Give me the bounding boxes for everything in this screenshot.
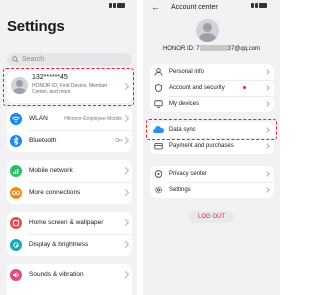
account-item-label: Privacy center [169, 171, 208, 177]
settings-screen: Settings Search 132******45 HONOR ID, Fi… [0, 0, 137, 295]
account-center-screen: ← Account center HONOR ID: 7 37@qq.com Pe… [143, 0, 280, 295]
settings-item-display[interactable]: Display & brightness [7, 234, 132, 256]
honor-id: HONOR ID: 7 37@qq.com [143, 45, 280, 53]
account-item-label: My devices [169, 101, 200, 107]
status-bar [0, 0, 137, 12]
page-title: Account center [171, 4, 218, 11]
sound-icon [10, 269, 22, 281]
settings-group: Mobile network More connections [7, 160, 132, 204]
settings-item-bluetooth[interactable]: Bluetooth On [7, 130, 132, 152]
chevron-right-icon [264, 171, 270, 177]
settings-item-label: Mobile network [29, 167, 73, 174]
devices-icon [154, 100, 163, 108]
highlight-box [146, 119, 277, 140]
shield-icon [155, 84, 162, 92]
settings-item-more-connections[interactable]: More connections [7, 182, 132, 204]
chevron-right-icon [121, 188, 130, 197]
highlight-box [3, 68, 134, 106]
notification-badge [243, 86, 246, 89]
chevron-right-icon [264, 143, 270, 149]
settings-item-value: On [115, 138, 122, 144]
account-item-label: Payment and purchases [169, 143, 234, 149]
search-icon [12, 56, 19, 63]
search-input[interactable]: Search [7, 53, 132, 66]
bluetooth-icon [10, 135, 22, 147]
display-icon [10, 239, 22, 251]
status-icons [251, 3, 273, 8]
settings-group: WLAN Hihonor-Employee-Mobile Bluetooth O… [7, 108, 132, 152]
person-icon [154, 68, 163, 76]
account-item-label: Settings [169, 187, 191, 193]
settings-item-value: Hihonor-Employee-Mobile [64, 116, 122, 122]
home-screen-icon [10, 217, 22, 229]
mobile-network-icon [10, 165, 22, 177]
account-item-settings[interactable]: Settings [150, 182, 274, 198]
back-arrow-icon[interactable]: ← [151, 3, 160, 12]
chevron-right-icon [121, 270, 130, 279]
account-item-personal-info[interactable]: Personal info [150, 64, 274, 80]
chevron-right-icon [264, 85, 270, 91]
settings-item-wlan[interactable]: WLAN Hihonor-Employee-Mobile [7, 108, 132, 130]
chevron-right-icon [121, 240, 130, 249]
avatar[interactable] [196, 19, 219, 42]
wallet-icon [154, 142, 163, 150]
chevron-right-icon [264, 69, 270, 75]
settings-item-label: Home screen & wallpaper [29, 219, 104, 226]
settings-item-label: Bluetooth [29, 137, 57, 144]
chevron-right-icon [264, 187, 270, 193]
chevron-right-icon [121, 136, 130, 145]
settings-item-label: WLAN [29, 115, 48, 122]
more-connections-icon [10, 187, 22, 199]
page-title: Settings [7, 18, 65, 35]
redacted-mask [199, 45, 228, 51]
account-item-payment[interactable]: Payment and purchases [150, 138, 274, 154]
settings-group: Sounds & vibration [7, 264, 132, 295]
chevron-right-icon [264, 101, 270, 107]
settings-item-label: Sounds & vibration [29, 271, 84, 278]
settings-item-mobile-network[interactable]: Mobile network [7, 160, 132, 182]
account-item-my-devices[interactable]: My devices [150, 96, 274, 112]
account-item-label: Personal info [169, 69, 205, 75]
gear-icon [155, 186, 162, 194]
honor-id-suffix: 37@qq.com [227, 46, 261, 52]
logout-button[interactable]: LOG OUT [189, 211, 234, 223]
account-group: Privacy center Settings [150, 166, 274, 198]
account-item-label: Account and security [169, 85, 225, 91]
account-item-privacy-center[interactable]: Privacy center [150, 166, 274, 182]
account-group: Personal info Account and security My de… [150, 64, 274, 112]
settings-item-label: Display & brightness [29, 241, 89, 248]
wifi-icon [10, 113, 22, 125]
settings-item-label: More connections [29, 189, 81, 196]
settings-group: Home screen & wallpaper Display & bright… [7, 212, 132, 256]
status-icons [109, 3, 131, 8]
header: ← Account center [143, 0, 280, 16]
privacy-icon [154, 170, 163, 178]
chevron-right-icon [121, 218, 130, 227]
settings-item-home-screen[interactable]: Home screen & wallpaper [7, 212, 132, 234]
chevron-right-icon [121, 114, 130, 123]
settings-item-sounds[interactable]: Sounds & vibration [7, 264, 132, 286]
honor-id-prefix: HONOR ID: 7 [162, 46, 200, 52]
account-item-account-security[interactable]: Account and security [150, 80, 274, 96]
chevron-right-icon [121, 166, 130, 175]
search-placeholder: Search [22, 56, 45, 63]
